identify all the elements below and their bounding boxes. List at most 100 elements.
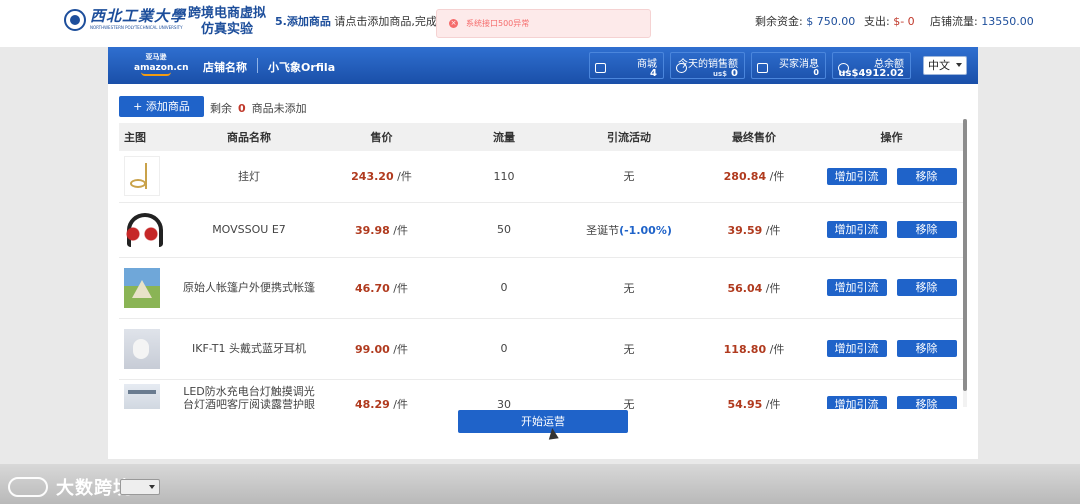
actions-cell: 增加引流 移除 — [819, 257, 964, 319]
sales-box[interactable]: 今天的销售额 us$ 0 — [670, 52, 745, 79]
price-unit: /件 — [393, 398, 408, 409]
remaining-info: 剩余 0 商品未添加 — [210, 100, 307, 116]
table-scrollbar[interactable] — [963, 119, 967, 407]
add-product-button[interactable]: + 添加商品 — [119, 96, 204, 117]
top-header: 西北工業大學 NORTHWESTERN POLYTECHNICAL UNIVER… — [0, 0, 1080, 47]
thumb-cell — [119, 257, 174, 319]
sales-value: us$ 0 — [713, 68, 738, 79]
table-row: IKF-T1 头戴式蓝牙耳机 99.00 /件 0 无 118.80 /件 增加… — [119, 318, 964, 380]
remaining-suffix: 商品未添加 — [251, 102, 307, 115]
campaign-cell: 无 — [569, 257, 689, 319]
boost-traffic-button[interactable]: 增加引流 — [826, 221, 887, 238]
mouse-cursor-icon — [547, 427, 559, 440]
desk-lamp-image[interactable] — [124, 384, 160, 409]
campaign-cell: 圣诞节(-1.00%) — [569, 202, 689, 258]
platform-name-en: amazon.cn — [134, 63, 189, 73]
product-table: 主图 商品名称 售价 流量 引流活动 最终售价 操作 挂灯 243.20 /件 … — [119, 123, 964, 409]
scrollbar-thumb[interactable] — [963, 119, 967, 391]
balance-value: us$4912.02 — [838, 68, 904, 79]
remaining-prefix: 剩余 — [210, 102, 232, 115]
remove-button[interactable]: 移除 — [896, 279, 957, 296]
bottom-bar: 大数跨境 — [0, 464, 1080, 504]
campaign-name: 无 — [623, 281, 635, 295]
remaining-count: 0 — [238, 102, 246, 115]
language-select[interactable]: 中文 — [923, 56, 967, 75]
final-price-value: 118.80 — [723, 342, 767, 356]
boost-traffic-button[interactable]: 增加引流 — [826, 340, 887, 357]
balance-box[interactable]: 总余额 us$4912.02 — [832, 52, 911, 79]
remove-button[interactable]: 移除 — [896, 395, 957, 409]
ceiling-lamp-image[interactable] — [124, 156, 160, 197]
chevron-down-icon — [956, 63, 962, 67]
table-row: MOVSSOU E7 39.98 /件 50 圣诞节(-1.00%) 39.59… — [119, 202, 964, 258]
price-cell: 46.70 /件 — [324, 257, 439, 319]
boost-traffic-button[interactable]: 增加引流 — [826, 167, 887, 185]
stat-traffic-label: 店铺流量: — [930, 15, 978, 28]
thumb-cell — [119, 379, 174, 409]
final-price-cell: 118.80 /件 — [689, 318, 819, 380]
campaign-name: 圣诞节 — [586, 223, 620, 237]
tent-image[interactable] — [124, 267, 160, 308]
divider — [257, 58, 258, 73]
mall-box[interactable]: 商城 4 — [589, 52, 664, 79]
error-toast: × 系统接口500异常 — [436, 9, 651, 38]
stat-traffic-value: 13550.00 — [981, 15, 1034, 28]
stat-funds-label: 剩余资金: — [755, 15, 803, 28]
bottom-select[interactable] — [120, 479, 160, 495]
price-cell: 48.29 /件 — [324, 379, 439, 409]
boost-traffic-button[interactable]: 增加引流 — [826, 279, 887, 296]
boost-traffic-button[interactable]: 增加引流 — [826, 395, 887, 409]
chevron-down-icon — [149, 485, 155, 489]
price-unit: /件 — [765, 398, 781, 409]
actions-cell: 增加引流 移除 — [819, 202, 964, 258]
step-label: 5.添加商品 — [275, 15, 331, 28]
price-unit: /件 — [765, 281, 781, 295]
campaign-name: 无 — [623, 170, 635, 184]
price-cell: 99.00 /件 — [324, 318, 439, 380]
actions-cell: 增加引流 移除 — [819, 318, 964, 380]
price-unit: /件 — [397, 170, 412, 184]
price-value: 48.29 — [354, 398, 390, 409]
messages-box[interactable]: 买家消息 0 — [751, 52, 826, 79]
table-row: 原始人帐篷户外便携式帐篷 46.70 /件 0 无 56.04 /件 增加引流移… — [119, 257, 964, 319]
remove-button[interactable]: 移除 — [896, 221, 957, 238]
campaign-cell: 无 — [569, 318, 689, 380]
headphones-image[interactable] — [124, 209, 163, 250]
remove-button[interactable]: 移除 — [896, 167, 957, 185]
final-price-cell: 56.04 /件 — [689, 257, 819, 319]
thumb-cell — [119, 202, 174, 258]
column-header: 流量 — [439, 123, 569, 151]
step-instruction: 5.添加商品 请点击添加商品,完成商品 — [275, 13, 440, 29]
start-operation-button[interactable]: 开始运营 — [458, 410, 628, 433]
table-row: LED防水充电台灯触摸调光台灯酒吧客厅阅读露营护眼灯 48.29 /件 30 无… — [119, 379, 964, 409]
final-price-value: 56.04 — [727, 281, 763, 295]
store-label: 店铺名称 — [203, 61, 247, 74]
price-value: 243.20 — [351, 170, 394, 184]
platform-name-cn: 亚马逊 — [145, 53, 167, 61]
campaign-cell: 无 — [569, 151, 689, 203]
remove-button[interactable]: 移除 — [896, 340, 957, 357]
stat-funds: 剩余资金: $ 750.00 — [755, 13, 855, 29]
mall-count: 4 — [650, 68, 657, 79]
price-cell: 243.20 /件 — [324, 151, 439, 203]
stat-funds-value: $ 750.00 — [806, 15, 856, 28]
final-price-cell: 280.84 /件 — [689, 151, 819, 203]
error-icon: × — [449, 19, 458, 28]
toast-message: 系统接口500异常 — [466, 19, 530, 28]
product-name: IKF-T1 头戴式蓝牙耳机 — [174, 318, 324, 380]
messages-count: 0 — [813, 68, 819, 77]
product-name: 挂灯 — [174, 151, 324, 203]
university-logo: 西北工業大學 NORTHWESTERN POLYTECHNICAL UNIVER… — [64, 8, 186, 31]
product-name: LED防水充电台灯触摸调光台灯酒吧客厅阅读露营护眼灯 — [174, 379, 324, 409]
earphone-image[interactable] — [124, 328, 160, 369]
traffic-value: 30 — [439, 379, 569, 409]
campaign-cell: 无 — [569, 379, 689, 409]
final-price-value: 280.84 — [723, 170, 767, 184]
stat-expense-value: $- 0 — [893, 15, 915, 28]
stat-expense: 支出: $- 0 — [864, 13, 915, 29]
final-price-cell: 54.95 /件 — [689, 379, 819, 409]
thumb-cell — [119, 151, 174, 203]
campaign-name: 无 — [623, 398, 635, 409]
price-value: 46.70 — [354, 281, 390, 295]
price-unit: /件 — [765, 223, 781, 237]
